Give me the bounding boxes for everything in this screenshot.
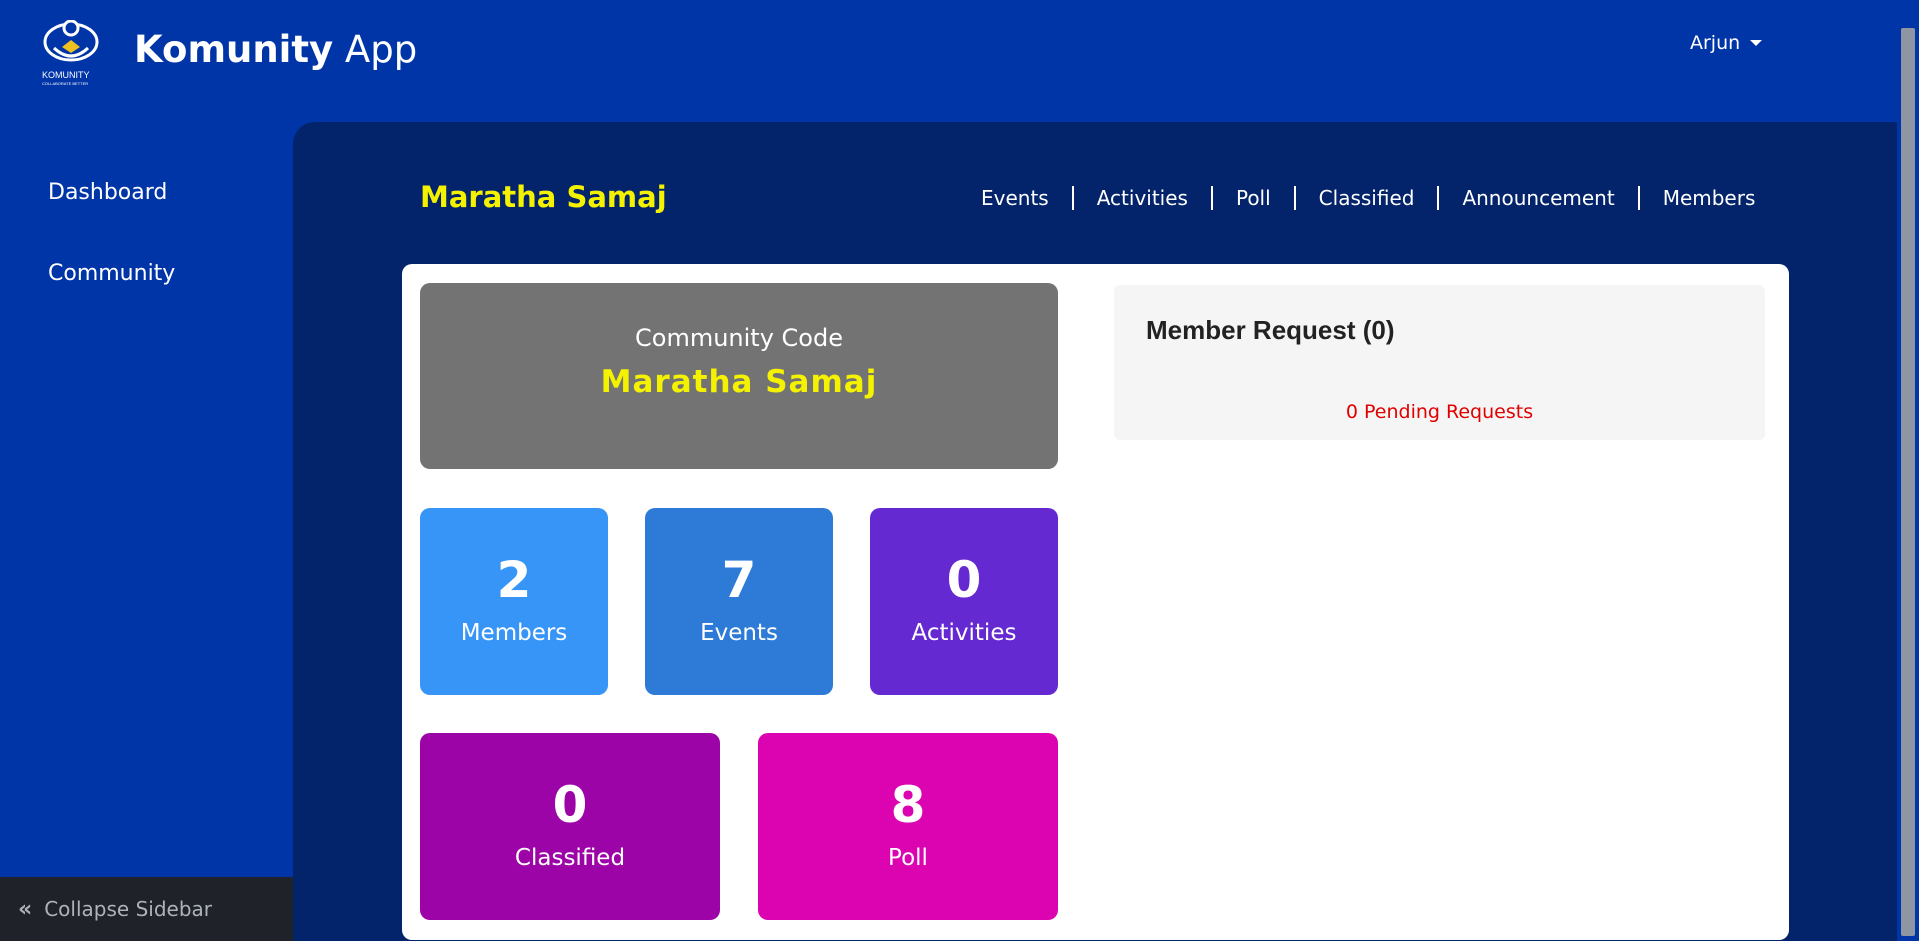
community-tabs: Events Activities Poll Classified Announ…: [958, 186, 1778, 210]
community-code-card: Community Code Maratha Samaj: [420, 283, 1058, 469]
stat-label: Poll: [888, 845, 928, 871]
stat-card-classified[interactable]: 0 Classified: [420, 733, 720, 920]
tab-poll[interactable]: Poll: [1213, 186, 1294, 210]
community-title: Maratha Samaj: [420, 180, 667, 214]
member-request-title: Member Request (0): [1146, 315, 1395, 345]
tab-members[interactable]: Members: [1640, 186, 1779, 210]
stat-label: Events: [700, 620, 778, 646]
logo-tagline: COLLABORATE BETTER: [42, 81, 89, 86]
stat-card-poll[interactable]: 8 Poll: [758, 733, 1058, 920]
collapse-sidebar-button[interactable]: « Collapse Sidebar: [0, 877, 293, 941]
stat-label: Members: [460, 620, 568, 646]
stat-label: Activities: [911, 620, 1017, 646]
scrollbar-thumb[interactable]: [1901, 28, 1915, 936]
app-title-bold: Komunity: [134, 28, 334, 71]
tab-classified[interactable]: Classified: [1296, 186, 1438, 210]
stat-card-activities[interactable]: 0 Activities: [870, 508, 1058, 695]
app-title-rest: App: [333, 28, 418, 71]
stat-label: Classified: [514, 845, 626, 871]
double-chevron-left-icon: «: [18, 896, 32, 922]
tab-announcement[interactable]: Announcement: [1439, 186, 1637, 210]
stat-value: 8: [890, 776, 926, 834]
pending-requests-text[interactable]: 0 Pending Requests: [1114, 401, 1765, 423]
stat-card-members[interactable]: 2 Members: [420, 508, 608, 695]
stat-card-events[interactable]: 7 Events: [645, 508, 833, 695]
caret-down-icon: [1750, 40, 1763, 46]
sidebar-item-dashboard[interactable]: Dashboard: [48, 180, 167, 205]
tab-events[interactable]: Events: [958, 186, 1072, 210]
user-menu[interactable]: Arjun: [1690, 32, 1763, 54]
stat-value: 7: [721, 551, 757, 609]
logo-text: KOMUNITY: [42, 70, 90, 80]
user-name: Arjun: [1690, 32, 1741, 54]
komunity-logo: KOMUNITY COLLABORATE BETTER: [40, 19, 102, 86]
member-request-card: Member Request (0) 0 Pending Requests: [1114, 285, 1765, 440]
community-code-value: Maratha Samaj: [600, 364, 878, 400]
app-title: Komunity App: [134, 28, 417, 72]
community-code-label: Community Code: [635, 324, 843, 352]
stat-value: 0: [946, 551, 982, 609]
sidebar-item-community[interactable]: Community: [48, 261, 175, 286]
stat-value: 2: [496, 551, 532, 609]
tab-activities[interactable]: Activities: [1074, 186, 1211, 210]
stat-value: 0: [552, 776, 588, 834]
collapse-sidebar-label: Collapse Sidebar: [44, 897, 212, 921]
